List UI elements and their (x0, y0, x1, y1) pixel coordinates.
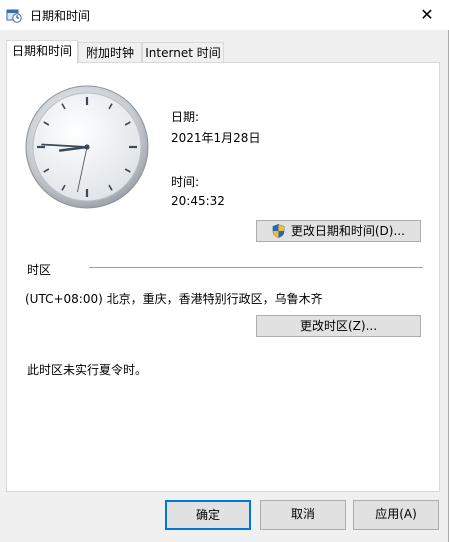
tab-label: Internet 时间 (145, 46, 221, 60)
time-label: 时间: (171, 175, 200, 189)
change-date-time-button[interactable]: 更改日期和时间(D)... (256, 220, 421, 242)
time-value: 20:45:32 (171, 194, 225, 208)
timezone-section-label: 时区 (27, 263, 52, 277)
change-date-time-label: 更改日期和时间(D)... (290, 224, 405, 238)
calendar-clock-icon (6, 9, 22, 23)
tab-date-and-time[interactable]: 日期和时间 (6, 40, 78, 64)
date-label: 日期: (171, 110, 200, 124)
ok-button[interactable]: 确定 (165, 500, 251, 530)
apply-label: 应用(A) (375, 507, 417, 521)
cancel-label: 取消 (290, 507, 315, 521)
dst-note: 此时区未实行夏令时。 (27, 363, 148, 377)
tab-additional-clocks[interactable]: 附加时钟 (78, 42, 142, 62)
window-title: 日期和时间 (30, 9, 91, 23)
ok-label: 确定 (195, 508, 220, 522)
timezone-value: (UTC+08:00) 北京，重庆，香港特别行政区，乌鲁木齐 (25, 292, 323, 306)
close-button[interactable]: ✕ (411, 3, 443, 27)
tab-internet-time[interactable]: Internet 时间 (142, 42, 224, 62)
date-value: 2021年1月28日 (171, 131, 261, 145)
tab-label: 附加时钟 (85, 46, 134, 60)
tab-panel-date-and-time: 日期: 2021年1月28日 时间: 20:45:32 更改日期和时间(D)..… (6, 62, 440, 492)
apply-button[interactable]: 应用(A) (353, 500, 439, 530)
analog-clock (25, 85, 149, 209)
section-divider (89, 267, 423, 268)
cancel-button[interactable]: 取消 (260, 500, 346, 530)
change-timezone-button[interactable]: 更改时区(Z)... (256, 315, 421, 337)
change-timezone-label: 更改时区(Z)... (299, 319, 378, 333)
tab-label: 日期和时间 (11, 44, 72, 58)
date-time-dialog: 日期和时间 ✕ 日期和时间 附加时钟 Internet 时间 日期: 2021年… (0, 0, 449, 542)
close-icon: ✕ (420, 5, 434, 24)
title-bar: 日期和时间 ✕ (0, 0, 449, 30)
uac-shield-icon (272, 224, 285, 238)
